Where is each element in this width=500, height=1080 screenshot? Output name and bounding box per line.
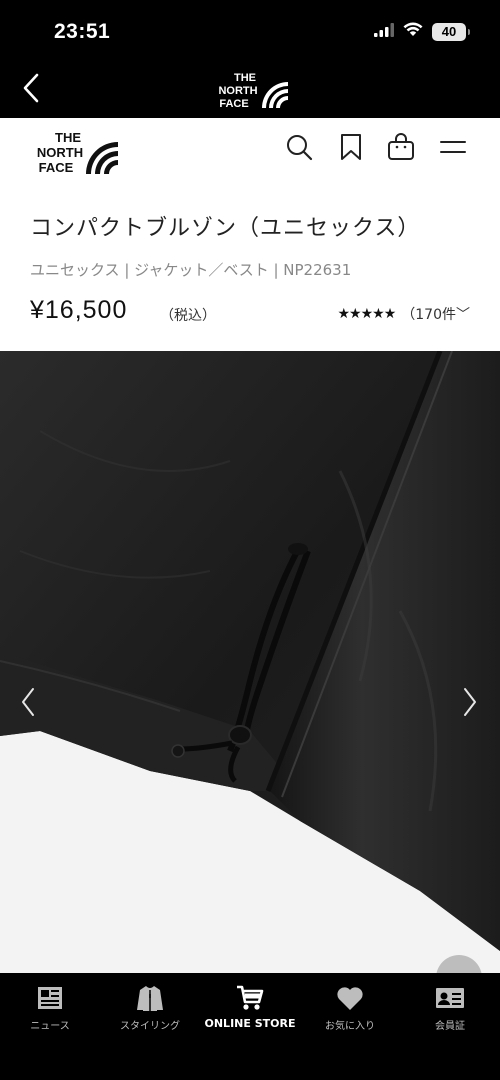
jacket-icon <box>135 983 165 1013</box>
nav-logo: THE NORTH FACE <box>210 68 290 112</box>
app-nav-bar: THE NORTH FACE <box>0 62 500 118</box>
logo-line: NORTH <box>218 85 257 97</box>
status-icons: 40 <box>374 22 470 41</box>
tab-label: ニュース <box>30 1021 70 1032</box>
battery-icon: 40 <box>432 22 470 41</box>
tab-styling[interactable]: スタイリング <box>100 973 200 1043</box>
back-button[interactable] <box>14 70 48 110</box>
tab-news[interactable]: ニュース <box>0 973 100 1043</box>
wifi-icon <box>403 22 423 41</box>
rating[interactable]: ★★★★★ （170件﹀ <box>338 304 471 324</box>
tab-online-store[interactable]: ONLINE STORE <box>200 973 300 1043</box>
chevron-left-icon <box>20 687 36 721</box>
chevron-left-icon <box>22 73 40 107</box>
rating-stars: ★★★★★ <box>337 306 397 322</box>
product-price: ¥16,500 <box>30 296 128 324</box>
logo-line: THE <box>55 130 81 145</box>
signal-icon <box>374 22 394 41</box>
product-meta: ユニセックス | ジャケット／ベスト | NP22631 <box>30 261 352 279</box>
logo-line: FACE <box>39 160 74 175</box>
brand-logo[interactable]: THE NORTH FACE <box>28 126 120 176</box>
logo-line: FACE <box>219 98 248 110</box>
tax-label: （税込） <box>160 308 216 324</box>
site-header: THE NORTH FACE <box>0 118 500 190</box>
member-card-icon <box>435 983 465 1013</box>
tab-label: お気に入り <box>325 1021 375 1032</box>
chevron-down-icon: ﹀ <box>456 307 470 323</box>
status-bar: 23:51 40 <box>0 0 500 62</box>
status-time: 23:51 <box>54 20 111 43</box>
carousel-next-button[interactable] <box>452 681 488 727</box>
tab-label: スタイリング <box>120 1021 180 1032</box>
product-photo <box>0 351 500 973</box>
heart-icon <box>335 983 365 1013</box>
menu-icon[interactable] <box>438 132 468 162</box>
cart-icon <box>235 983 265 1013</box>
logo-line: THE <box>234 72 256 84</box>
tab-member-card[interactable]: 会員証 <box>400 973 500 1043</box>
bottom-tab-bar: ニュース スタイリング ONLINE STORE お気に入り 会員証 <box>0 973 500 1080</box>
bookmark-icon[interactable] <box>336 132 366 162</box>
logo-line: NORTH <box>37 145 83 160</box>
review-count-text: （170件 <box>401 307 456 323</box>
chevron-right-icon <box>462 687 478 721</box>
shopping-bag-icon[interactable] <box>386 132 416 162</box>
product-title: コンパクトブルゾン（ユニセックス） <box>30 216 421 241</box>
tab-label: 会員証 <box>435 1021 465 1032</box>
product-image-carousel[interactable] <box>0 351 500 973</box>
tab-favorites[interactable]: お気に入り <box>300 973 400 1043</box>
news-icon <box>35 983 65 1013</box>
search-icon[interactable] <box>284 132 314 162</box>
price-row: ¥16,500 （税込） ★★★★★ （170件﹀ <box>30 296 470 330</box>
carousel-prev-button[interactable] <box>10 681 46 727</box>
review-count[interactable]: （170件﹀ <box>401 304 470 324</box>
tab-label: ONLINE STORE <box>204 1017 296 1030</box>
